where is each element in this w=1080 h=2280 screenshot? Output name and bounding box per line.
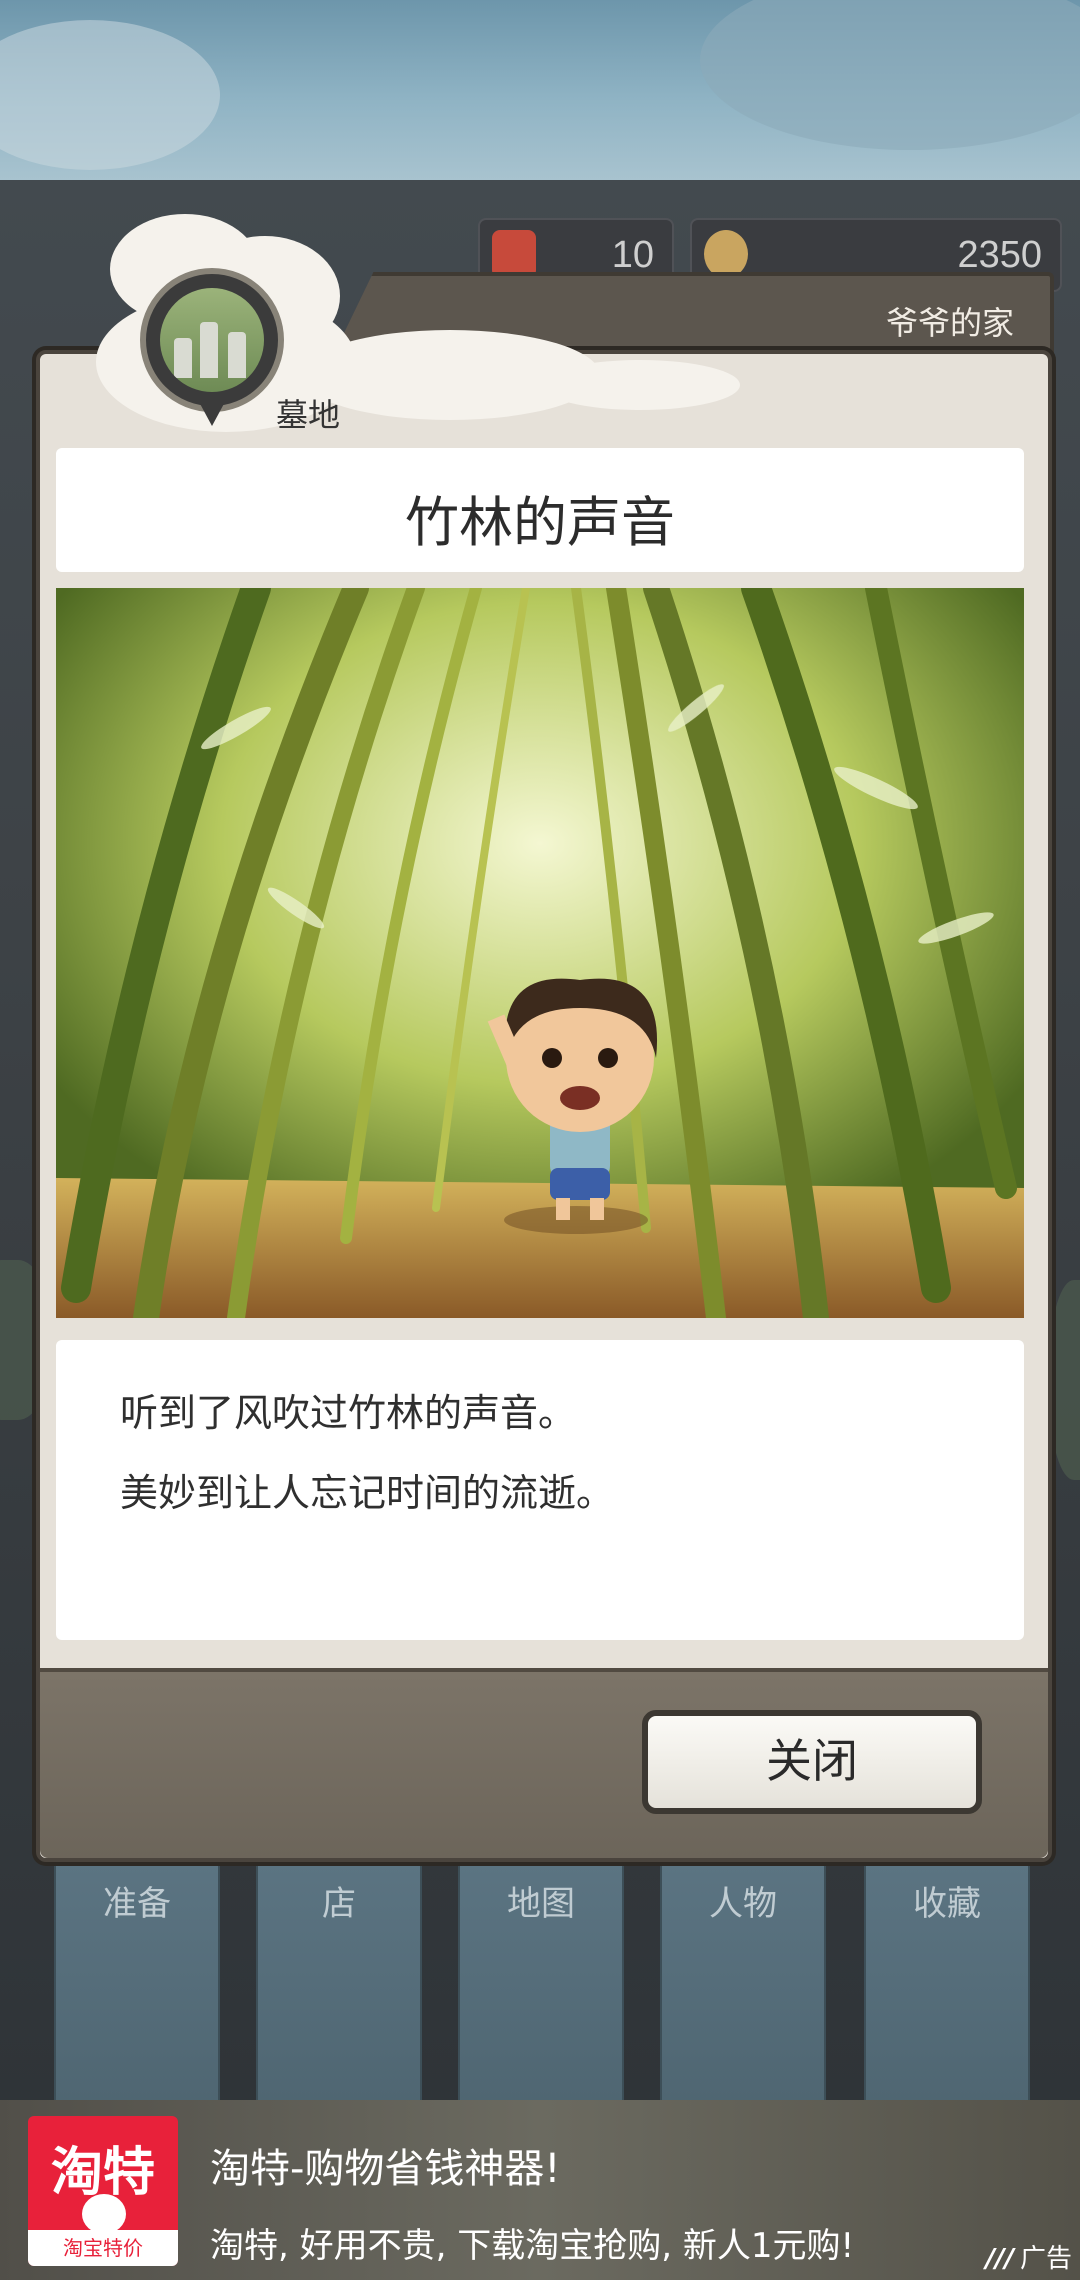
ad-banner[interactable]: 淘特 淘宝特价 淘特-购物省钱神器! 淘特, 好用不贵, 下载淘宝抢购, 新人1… <box>0 2100 1080 2280</box>
grave-shape <box>174 338 192 378</box>
scene-bush <box>1050 1280 1080 1480</box>
sky-background <box>0 0 1080 180</box>
sky-cloud <box>0 20 220 170</box>
ad-description[interactable]: 淘特, 好用不贵, 下载淘宝抢购, 新人1元购! <box>210 2218 854 2267</box>
nav-prepare[interactable]: 准备 <box>54 1860 220 2104</box>
nav-shop[interactable]: 店 <box>256 1860 422 2104</box>
bamboo-forest-illustration <box>56 588 1024 1318</box>
event-title: 竹林的声音 <box>405 491 675 554</box>
grave-shape <box>200 322 218 378</box>
location-pin-icon <box>140 268 284 412</box>
cloud-decoration <box>540 360 740 410</box>
ticket-icon <box>492 230 536 278</box>
grave-shape <box>228 332 246 378</box>
pin-tip <box>198 400 226 426</box>
nav-label: 店 <box>322 1884 356 1924</box>
nav-label: 地图 <box>507 1884 575 1924</box>
coin-count: 2350 <box>957 234 1042 276</box>
nav-label: 准备 <box>103 1884 171 1924</box>
description-line: 听到了风吹过竹林的声音。 <box>120 1391 577 1435</box>
sky-cloud <box>700 0 1080 150</box>
nav-collection[interactable]: 收藏 <box>864 1860 1030 2104</box>
coin-icon <box>704 230 748 278</box>
close-button[interactable]: 关闭 <box>642 1710 982 1814</box>
ticket-count: 10 <box>611 234 654 276</box>
ad-title[interactable]: 淘特-购物省钱神器! <box>210 2136 560 2194</box>
event-title-box: 竹林的声音 <box>56 448 1024 572</box>
ad-tag-label: 广告 <box>1019 2244 1072 2274</box>
nav-characters[interactable]: 人物 <box>660 1860 826 2104</box>
ad-tag: ///广告 <box>985 2238 1072 2275</box>
bamboo-forest-image <box>56 588 1024 1318</box>
nav-label: 收藏 <box>913 1884 981 1924</box>
nav-map[interactable]: 地图 <box>458 1860 624 2104</box>
ad-mark-icon: /// <box>985 2244 1014 2274</box>
nav-label: 人物 <box>709 1884 777 1924</box>
pin-location-label: 墓地 <box>276 396 341 434</box>
description-line: 美妙到让人忘记时间的流逝。 <box>120 1471 615 1515</box>
bunny-icon <box>82 2194 126 2234</box>
graveyard-icon <box>160 288 264 392</box>
event-description-box: 听到了风吹过竹林的声音。 美妙到让人忘记时间的流逝。 <box>56 1340 1024 1640</box>
taote-app-icon[interactable]: 淘特 淘宝特价 <box>28 2116 178 2266</box>
header-location-label: 爷爷的家 <box>885 304 1014 342</box>
ad-icon-subtext: 淘宝特价 <box>28 2230 178 2266</box>
